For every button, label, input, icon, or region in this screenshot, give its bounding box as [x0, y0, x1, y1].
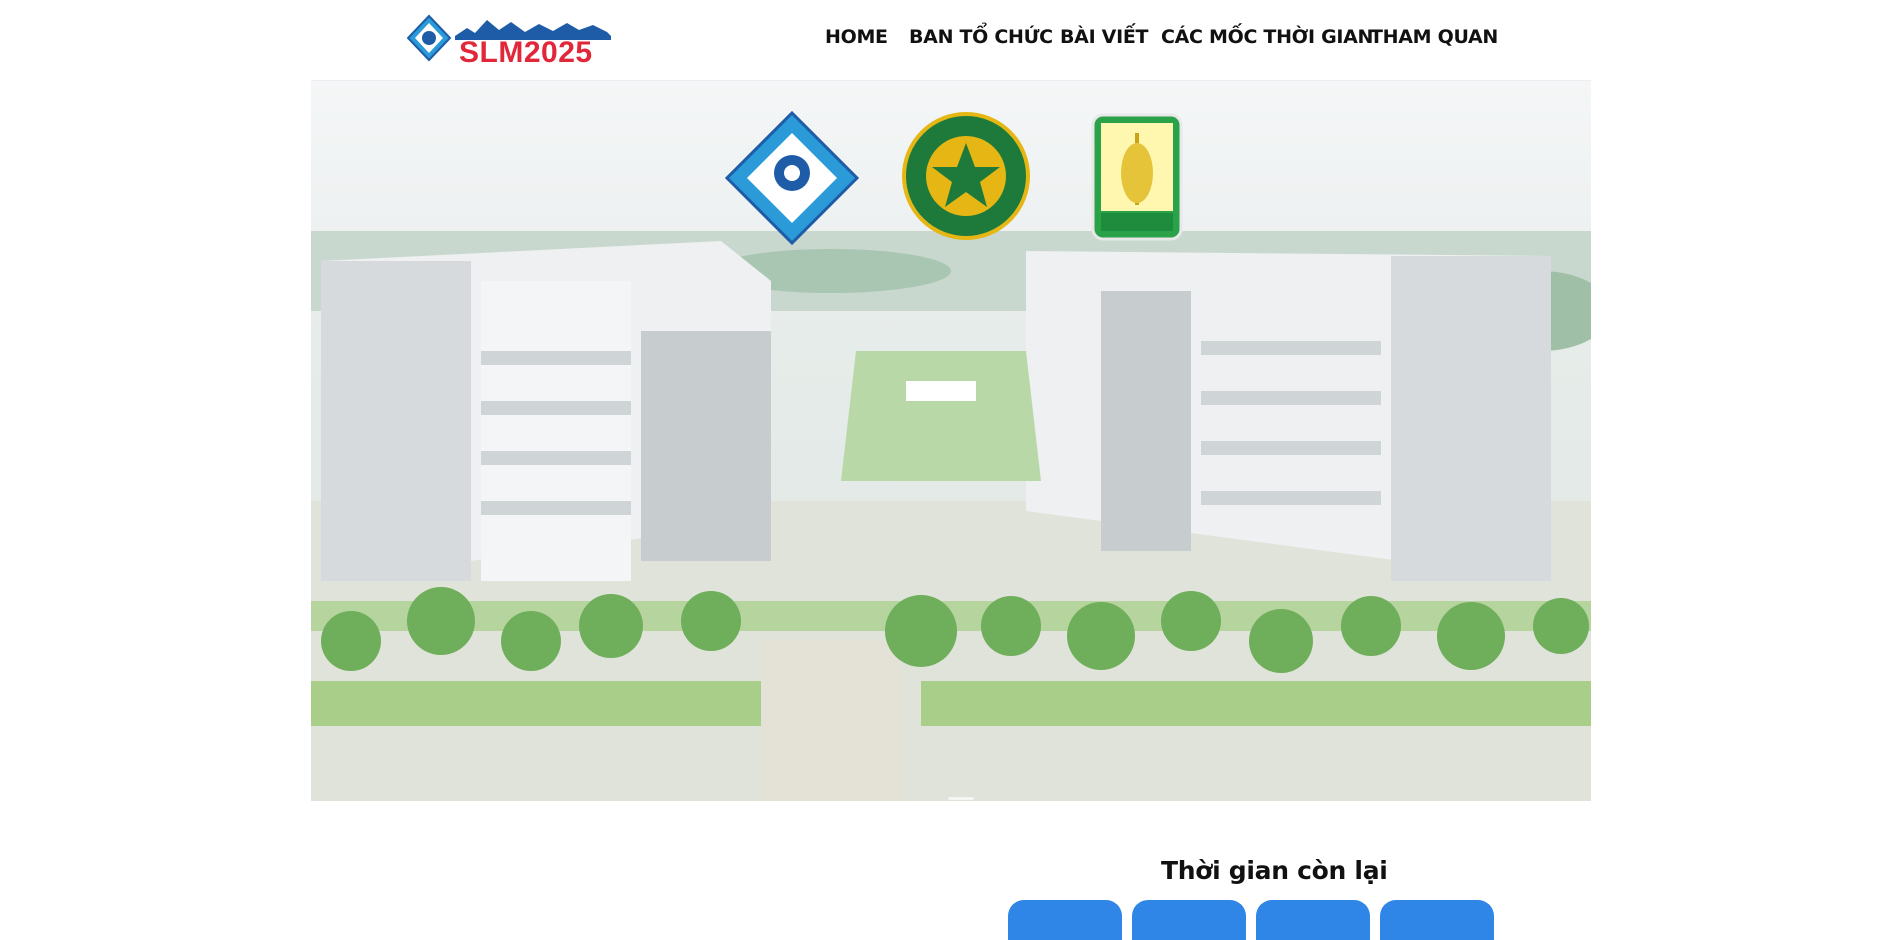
hero-slider[interactable]	[311, 80, 1591, 801]
slider-indicator[interactable]	[948, 797, 974, 800]
nav-ban-to-chuc[interactable]: BAN TỔ CHỨC	[909, 26, 1053, 48]
countdown-hours-box	[1132, 900, 1246, 940]
nav-tham-quan[interactable]: THAM QUAN	[1370, 26, 1498, 48]
countdown-minutes-box	[1256, 900, 1370, 940]
main-nav: HOME BAN TỔ CHỨC BÀI VIẾT CÁC MỐC THỜI G…	[0, 26, 1892, 56]
site-header: SLM2025 HOME BAN TỔ CHỨC BÀI VIẾT CÁC MỐ…	[0, 0, 1892, 80]
dai-hoc-can-tho-logo	[725, 111, 859, 245]
nong-lam-logo	[1091, 113, 1183, 241]
hoc-vien-nong-nghiep-logo	[902, 112, 1030, 240]
nav-bai-viet[interactable]: BÀI VIẾT	[1060, 26, 1148, 48]
countdown-days-box	[1008, 900, 1122, 940]
countdown-seconds-box	[1380, 900, 1494, 940]
nav-cac-moc-thoi-gian[interactable]: CÁC MỐC THỜI GIAN	[1161, 26, 1373, 48]
nav-home[interactable]: HOME	[825, 26, 888, 48]
countdown-title: Thời gian còn lại	[1161, 856, 1388, 885]
